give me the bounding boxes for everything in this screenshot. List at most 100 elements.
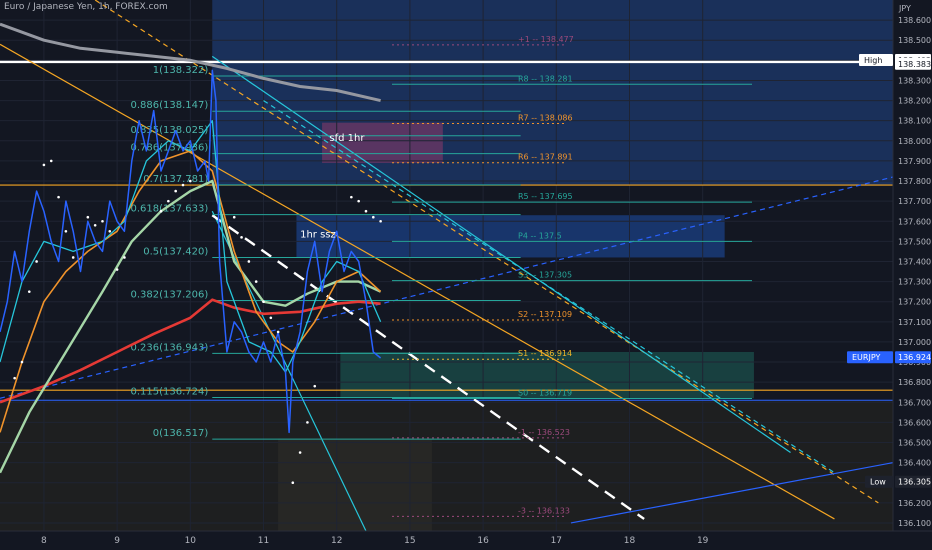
psar-dot-23 <box>254 280 258 283</box>
psar-dot-20 <box>232 215 236 219</box>
annotation-0: sfd 1hr <box>329 133 365 144</box>
y-tick-4: 138.200 <box>898 97 931 106</box>
pivot-label-8: S1 -- 136.914 <box>518 349 572 358</box>
psar-dot-18 <box>181 183 185 187</box>
zone-5 <box>0 400 893 531</box>
psar-dot-22 <box>247 260 251 263</box>
psar-dot-21 <box>240 236 243 239</box>
y-tick-19: 136.700 <box>898 398 931 407</box>
x-tick-1: 9 <box>114 536 120 546</box>
psar-dot-0 <box>13 376 16 380</box>
psar-dot-3 <box>35 260 38 263</box>
pivot-label-2: R7 -- 138.086 <box>518 113 573 122</box>
y-tick-10: 137.600 <box>898 217 931 226</box>
fib-label-8: 0.236(136.943) <box>130 342 208 353</box>
pivot-label-9: S0 -- 136.719 <box>518 388 572 397</box>
y-tick-13: 137.300 <box>898 278 931 287</box>
psar-dot-9 <box>86 215 90 219</box>
y-tick-7: 137.900 <box>898 157 931 166</box>
psar-dot-34 <box>372 215 375 219</box>
psar-dot-10 <box>93 223 97 227</box>
y-tick-6: 138.000 <box>898 137 931 146</box>
fib-label-4: 0.7(137.781) <box>143 174 208 185</box>
x-tick-7: 17 <box>551 536 562 546</box>
psar-dot-15 <box>159 209 163 213</box>
fib-label-1: 0.886(138.147) <box>130 100 208 111</box>
psar-dot-17 <box>174 189 177 193</box>
price-marker-tag-0: High <box>864 56 882 65</box>
psar-dot-19 <box>189 179 192 183</box>
fib-label-9: 0.115(136.724) <box>130 386 208 397</box>
psar-dot-26 <box>276 330 280 334</box>
psar-dot-31 <box>350 195 353 199</box>
pivot-label-4: R5 -- 137.695 <box>518 192 573 201</box>
x-tick-4: 12 <box>331 536 342 546</box>
psar-dot-30 <box>313 384 317 388</box>
x-tick-5: 15 <box>404 536 415 546</box>
y-tick-24: 136.200 <box>898 499 931 508</box>
y-tick-12: 137.400 <box>898 257 931 266</box>
pivot-label-11: -3 -- 136.133 <box>518 506 570 515</box>
psar-dot-14 <box>123 256 126 259</box>
x-axis-bg <box>0 531 932 550</box>
y-tick-0: 138.600 <box>898 16 931 25</box>
price-marker-value-3: 136.305 <box>898 478 931 487</box>
psar-dot-24 <box>262 300 265 304</box>
pivot-label-10: -1 -- 136.523 <box>518 428 570 437</box>
fib-label-7: 0.382(137.206) <box>130 289 208 300</box>
psar-dot-35 <box>379 219 382 223</box>
x-tick-6: 16 <box>477 536 489 546</box>
psar-dot-27 <box>291 481 295 485</box>
psar-dot-28 <box>298 451 302 454</box>
x-tick-9: 19 <box>697 536 709 546</box>
y-tick-16: 137.000 <box>898 338 931 347</box>
y-tick-18: 136.800 <box>898 378 931 387</box>
price-marker-tag-3: Low <box>870 478 886 487</box>
psar-dot-13 <box>115 268 119 271</box>
y-tick-1: 138.500 <box>898 36 931 45</box>
x-tick-8: 18 <box>624 536 636 546</box>
x-tick-0: 8 <box>41 536 47 546</box>
y-tick-25: 136.100 <box>898 519 931 528</box>
fib-label-0: 1(138.322) <box>153 65 209 76</box>
y-tick-8: 137.800 <box>898 177 931 186</box>
pivot-label-5: P4 -- 137.5 <box>518 231 562 240</box>
psar-dot-8 <box>71 256 75 259</box>
y-tick-11: 137.500 <box>898 237 931 246</box>
annotation-1: 1hr ssz <box>300 229 336 240</box>
y-tick-3: 138.300 <box>898 76 931 85</box>
y-tick-15: 137.100 <box>898 318 931 327</box>
y-tick-5: 138.100 <box>898 117 931 126</box>
psar-dot-16 <box>167 199 170 203</box>
pivot-label-0: +1 -- 138.477 <box>518 35 574 44</box>
fib-label-10: 0(136.517) <box>153 428 209 439</box>
psar-dot-12 <box>108 230 112 233</box>
psar-dot-25 <box>269 316 273 320</box>
psar-dot-2 <box>27 290 31 293</box>
price-chart[interactable]: 1(138.322)0.886(138.147)0.835(138.025)0.… <box>0 0 932 550</box>
chart-title: Euro / Japanese Yen, 1h, FOREX.com <box>4 2 168 12</box>
y-tick-22: 136.400 <box>898 459 931 468</box>
y-tick-20: 136.600 <box>898 418 931 427</box>
x-tick-3: 11 <box>258 536 269 546</box>
y-tick-14: 137.200 <box>898 298 931 307</box>
fib-label-6: 0.5(137.420) <box>143 246 208 257</box>
pivot-label-3: R6 -- 137.891 <box>518 153 573 162</box>
psar-dot-1 <box>20 360 24 364</box>
price-marker-value-1: 138.383 <box>898 60 931 69</box>
psar-dot-33 <box>364 209 368 213</box>
psar-dot-5 <box>49 159 53 163</box>
x-tick-2: 10 <box>185 536 197 546</box>
y-axis-unit: JPY <box>898 4 911 13</box>
price-marker-tag-2: EURJPY <box>852 353 880 362</box>
pivot-label-7: S2 -- 137.109 <box>518 310 572 319</box>
psar-dot-11 <box>101 219 104 223</box>
psar-dot-29 <box>306 421 309 424</box>
psar-dot-32 <box>357 199 360 203</box>
psar-dot-6 <box>57 195 60 199</box>
pivot-label-1: R8 -- 138.281 <box>518 74 573 83</box>
pivot-label-6: S3 -- 137.305 <box>518 271 572 280</box>
y-tick-21: 136.500 <box>898 439 931 448</box>
zones-layer <box>0 0 893 531</box>
y-tick-9: 137.700 <box>898 197 931 206</box>
